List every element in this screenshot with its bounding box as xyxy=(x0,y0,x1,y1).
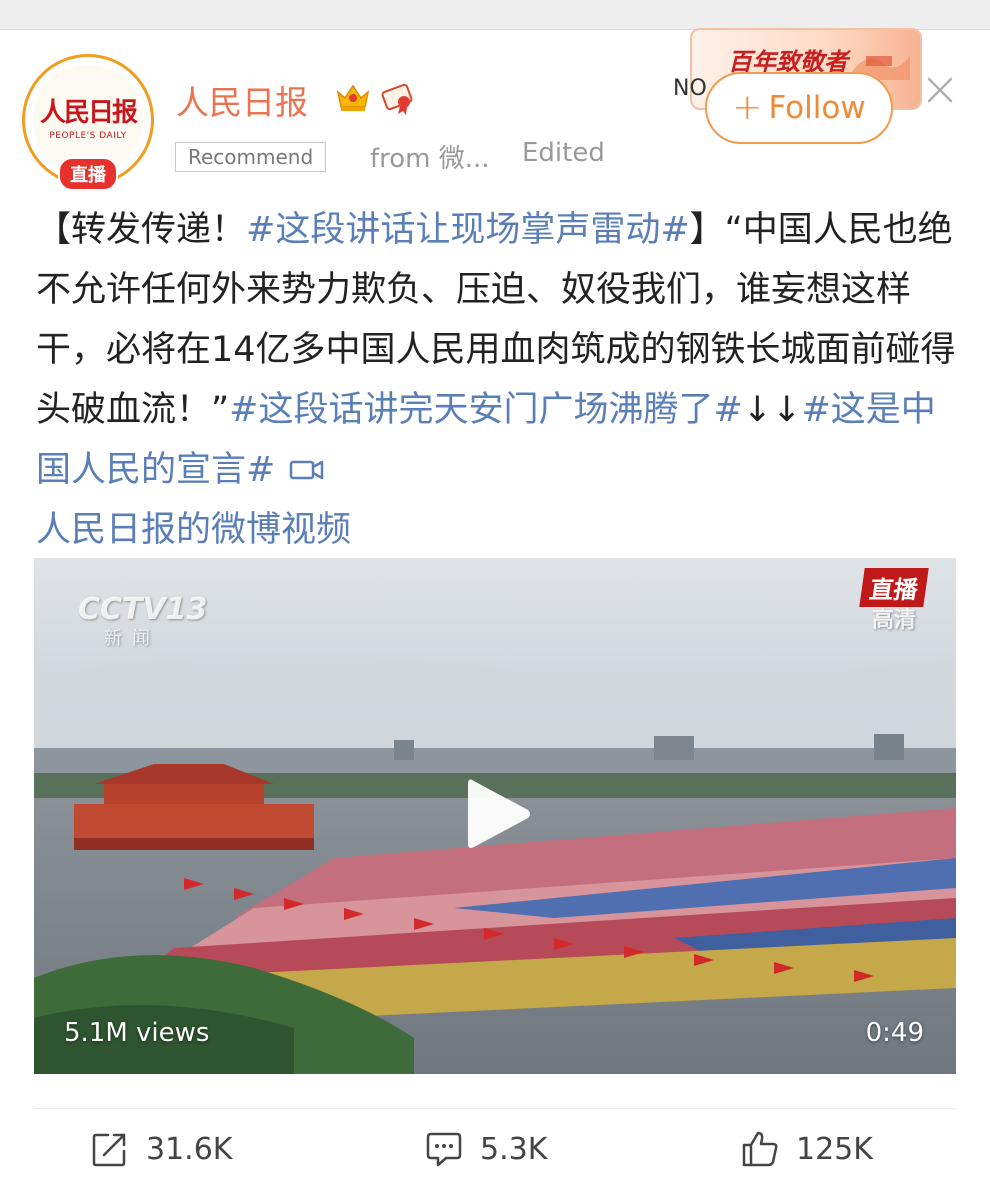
video-duration: 0:49 xyxy=(865,1018,924,1048)
avatar-subtitle: PEOPLE'S DAILY xyxy=(49,130,127,141)
comment-count: 5.3K xyxy=(480,1131,548,1167)
view-count: 5.1M views xyxy=(64,1018,210,1048)
certificate-icon xyxy=(381,83,413,115)
recommend-tag: Recommend xyxy=(175,142,327,172)
thumbs-up-icon xyxy=(742,1131,778,1167)
hashtag-link[interactable]: #这段话讲完天安门广场沸腾了# xyxy=(229,390,743,430)
play-icon[interactable] xyxy=(464,774,534,854)
campaign-partial-text: NO xyxy=(673,76,707,101)
repost-icon xyxy=(92,1133,126,1167)
post-arrows: ↓↓ xyxy=(742,390,802,430)
repost-count: 31.6K xyxy=(146,1131,233,1167)
avatar[interactable]: 人民日报 PEOPLE'S DAILY 直播 xyxy=(22,54,154,191)
top-strip xyxy=(0,0,990,30)
username[interactable]: 人民日报 xyxy=(176,76,308,124)
repost-button[interactable]: 31.6K xyxy=(90,1124,232,1174)
video-player[interactable]: CCTV13 新闻 直播 高清 5.1M views 0:49 xyxy=(34,558,956,1074)
plus-icon: + xyxy=(732,86,763,128)
post-text: 【转发传递！#这段讲话让现场掌声雷动#】“中国人民也绝不允许任何外来势力欺负、压… xyxy=(36,200,956,560)
comment-button[interactable]: 5.3K xyxy=(424,1124,547,1174)
follow-button[interactable]: + Follow xyxy=(705,72,893,144)
comment-icon xyxy=(426,1132,462,1167)
edited-label: Edited xyxy=(522,138,605,168)
channel-subtitle: 新闻 xyxy=(104,628,160,649)
follow-label: Follow xyxy=(768,90,866,126)
video-camera-icon xyxy=(290,460,324,480)
channel-logo: CCTV13 xyxy=(78,592,208,627)
crown-icon xyxy=(336,84,370,111)
like-button[interactable]: 125K xyxy=(740,1124,873,1174)
hd-tag: 高清 xyxy=(871,608,916,633)
avatar-title: 人民日报 xyxy=(39,97,138,128)
source-text: from 微... xyxy=(370,144,490,174)
close-icon[interactable] xyxy=(926,76,954,104)
like-count: 125K xyxy=(796,1131,873,1167)
post-prefix: 【转发传递！ xyxy=(36,210,247,250)
divider xyxy=(34,1108,956,1109)
hashtag-link[interactable]: #这段讲话让现场掌声雷动# xyxy=(246,210,690,250)
live-badge: 直播 xyxy=(58,157,118,191)
video-source-link[interactable]: 人民日报的微博视频 xyxy=(36,510,351,550)
